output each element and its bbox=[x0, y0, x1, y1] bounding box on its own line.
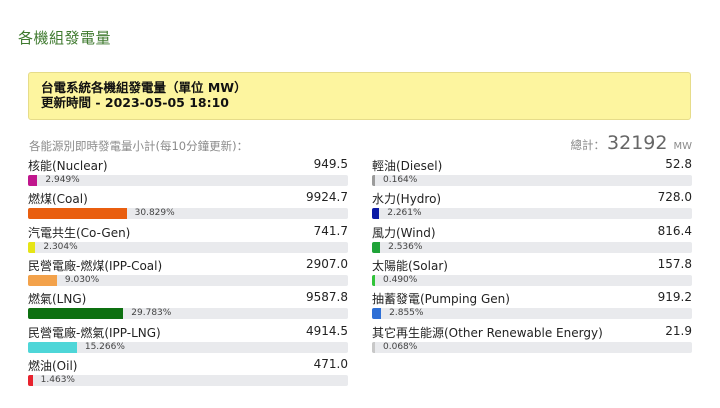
share-bar-fill bbox=[28, 308, 124, 320]
share-bar-track: 2.536% bbox=[372, 241, 692, 253]
energy-source-name: 太陽能(Solar) bbox=[372, 258, 448, 273]
energy-source-name: 燃油(Oil) bbox=[28, 358, 78, 373]
share-bar-fill bbox=[28, 374, 33, 386]
share-percent: 0.164% bbox=[383, 175, 418, 185]
share-percent: 1.463% bbox=[40, 374, 75, 385]
total-value: 32192 bbox=[607, 132, 668, 154]
share-bar-track: 2.949% bbox=[28, 175, 348, 186]
share-percent: 2.536% bbox=[388, 241, 423, 252]
share-bar-fill bbox=[372, 341, 375, 353]
share-bar-track: 15.266% bbox=[28, 341, 348, 353]
share-percent: 0.490% bbox=[383, 274, 418, 285]
energy-source-name: 輕油(Diesel) bbox=[372, 159, 443, 173]
share-bar-fill bbox=[28, 274, 57, 286]
energy-source-value: 52.8 bbox=[665, 157, 692, 171]
subtotal-caption: 各能源別即時發電量小計(每10分鐘更新)： bbox=[29, 139, 249, 153]
energy-source-value: 741.7 bbox=[313, 223, 348, 238]
energy-source-name: 民營電廠-燃氣(IPP-LNG) bbox=[28, 325, 161, 340]
share-bar-fill bbox=[372, 208, 380, 220]
share-bar-fill bbox=[372, 175, 375, 186]
share-percent: 30.829% bbox=[134, 208, 175, 219]
share-percent: 2.855% bbox=[389, 308, 424, 319]
energy-row: 汽電共生(Co-Gen) 741.7 2.304% bbox=[28, 224, 348, 257]
share-percent: 2.304% bbox=[43, 241, 78, 252]
share-bar-track: 0.164% bbox=[372, 175, 692, 186]
page-title: 各機組發電量 bbox=[18, 29, 112, 47]
energy-source-value: 9587.8 bbox=[306, 290, 348, 305]
energy-source-name: 水力(Hydro) bbox=[372, 192, 442, 207]
energy-row: 民營電廠-燃煤(IPP-Coal) 2907.0 9.030% bbox=[28, 257, 348, 290]
energy-source-name: 燃氣(LNG) bbox=[28, 292, 87, 307]
share-bar-track: 9.030% bbox=[28, 274, 348, 286]
share-percent: 15.266% bbox=[84, 341, 125, 352]
energy-source-value: 4914.5 bbox=[306, 323, 348, 338]
energy-row: 燃氣(LNG) 9587.8 29.783% bbox=[28, 290, 348, 323]
share-bar-track: 2.304% bbox=[28, 241, 348, 253]
energy-row: 民營電廠-燃氣(IPP-LNG) 4914.5 15.266% bbox=[28, 324, 348, 357]
energy-source-value: 728.0 bbox=[657, 190, 692, 205]
energy-source-name: 風力(Wind) bbox=[372, 225, 436, 240]
share-bar-fill bbox=[28, 175, 38, 186]
energy-source-value: 949.5 bbox=[313, 157, 348, 171]
energy-row: 水力(Hydro) 728.0 2.261% bbox=[372, 190, 692, 223]
update-time: 更新時間 - 2023-05-05 18:10 bbox=[41, 95, 229, 110]
share-bar-fill bbox=[372, 241, 381, 253]
energy-source-value: 919.2 bbox=[657, 290, 692, 305]
energy-source-name: 核能(Nuclear) bbox=[28, 159, 108, 173]
info-heading: 台電系統各機組發電量（單位 MW） bbox=[41, 80, 247, 95]
share-bar-fill bbox=[28, 341, 77, 353]
energy-source-name: 民營電廠-燃煤(IPP-Coal) bbox=[28, 258, 163, 273]
share-bar-track: 0.490% bbox=[372, 274, 692, 286]
energy-source-value: 9924.7 bbox=[306, 190, 348, 205]
energy-row: 其它再生能源(Other Renewable Energy) 21.9 0.068% bbox=[372, 324, 692, 357]
total-unit: MW bbox=[673, 141, 692, 152]
share-bar-track: 2.855% bbox=[372, 308, 692, 320]
share-percent: 9.030% bbox=[64, 274, 100, 285]
energy-source-name: 汽電共生(Co-Gen) bbox=[28, 225, 131, 240]
energy-source-value: 471.0 bbox=[313, 356, 348, 371]
energy-source-value: 2907.0 bbox=[306, 256, 348, 271]
share-percent: 0.068% bbox=[383, 341, 418, 352]
share-bar-track: 29.783% bbox=[28, 308, 348, 320]
energy-row: 風力(Wind) 816.4 2.536% bbox=[372, 224, 692, 257]
energy-source-name: 燃煤(Coal) bbox=[28, 192, 88, 207]
energy-row: 核能(Nuclear) 949.5 2.949% bbox=[28, 157, 348, 190]
energy-row: 燃煤(Coal) 9924.7 30.829% bbox=[28, 190, 348, 223]
energy-source-value: 21.9 bbox=[665, 323, 692, 338]
energy-row: 燃油(Oil) 471.0 1.463% bbox=[28, 357, 348, 390]
share-bar-track: 30.829% bbox=[28, 208, 348, 220]
share-percent: 2.949% bbox=[45, 175, 80, 185]
share-bar-fill bbox=[372, 308, 382, 320]
share-bar-fill bbox=[28, 208, 127, 220]
total-output: 總計： 32192 MW bbox=[571, 132, 692, 154]
energy-source-name: 其它再生能源(Other Renewable Energy) bbox=[372, 325, 603, 340]
share-bar-fill bbox=[28, 241, 36, 253]
energy-source-value: 816.4 bbox=[657, 223, 692, 238]
energy-row: 輕油(Diesel) 52.8 0.164% bbox=[372, 157, 692, 190]
energy-source-value: 157.8 bbox=[657, 256, 692, 271]
energy-row: 太陽能(Solar) 157.8 0.490% bbox=[372, 257, 692, 290]
total-label: 總計： bbox=[570, 138, 606, 152]
share-bar-fill bbox=[372, 274, 375, 286]
share-percent: 29.783% bbox=[131, 308, 172, 319]
energy-source-name: 抽蓄發電(Pumping Gen) bbox=[372, 292, 510, 307]
share-bar-track: 0.068% bbox=[372, 341, 692, 353]
share-bar-track: 1.463% bbox=[28, 374, 348, 386]
energy-row: 抽蓄發電(Pumping Gen) 919.2 2.855% bbox=[372, 290, 692, 323]
update-info-box: 台電系統各機組發電量（單位 MW） 更新時間 - 2023-05-05 18:1… bbox=[28, 72, 691, 120]
share-percent: 2.261% bbox=[387, 208, 422, 219]
share-bar-track: 2.261% bbox=[372, 208, 692, 220]
